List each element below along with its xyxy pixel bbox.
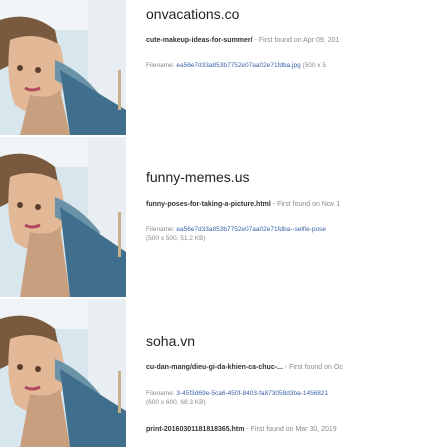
result-path-link[interactable]: cute-makeup-ideas-for-summer/ [146, 37, 253, 44]
result-domain-link[interactable]: soha.vn [146, 333, 195, 349]
result-filename: Filename: ea56e7d33a853b7752e07aa02e71fd… [146, 61, 446, 70]
filename-hash: 3-45f3d69e-5ca6-450f-8403-fa873058d3ba-1… [176, 390, 329, 397]
first-found-text: - First found on Nov 1 [272, 201, 341, 208]
first-found-text: - First found on Mar 30, 2019 [246, 426, 337, 433]
result-item: onvacations.co cute-makeup-ideas-for-sum… [0, 0, 447, 135]
filename-label: Filename: [146, 226, 175, 233]
result-domain-link[interactable]: onvacations.co [146, 6, 239, 22]
result-path-link[interactable]: print-20160301181818365.htm [146, 426, 244, 433]
result-item: funny-memes.us funny-poses-for-taking-a-… [0, 137, 447, 297]
result-info: onvacations.co cute-makeup-ideas-for-sum… [146, 0, 447, 135]
first-found-text: - First found on Apr 09, 201 [254, 37, 340, 44]
result-source-line: cu-dan-mang/dieu-gi-da-khien-ca-chuc-...… [146, 364, 343, 371]
result-source-line: cute-makeup-ideas-for-summer/ - First fo… [146, 37, 339, 44]
filename-size: (600 x 600, 68.3 KB) [146, 399, 206, 406]
result-thumbnail[interactable] [0, 299, 126, 447]
result-filename: Filename: ea56e7d33a853b7752e07aa02e71fd… [146, 225, 446, 243]
filename-size: (500 x 5 [302, 62, 327, 69]
filename-label: Filename: [146, 390, 175, 397]
result-path-link[interactable]: funny-poses-for-taking-a-picture.html [146, 201, 271, 208]
result-thumbnail[interactable] [0, 137, 126, 297]
result-source-line: funny-poses-for-taking-a-picture.html - … [146, 201, 340, 208]
result-path-link[interactable]: cu-dan-mang/dieu-gi-da-khien-ca-chuc-... [146, 364, 283, 371]
result-source-line: print-20160301181818365.htm - First foun… [146, 426, 337, 433]
filename-size: (500 x 500, 51.2 KB) [146, 235, 206, 242]
result-info: funny-memes.us funny-poses-for-taking-a-… [146, 137, 447, 297]
result-thumbnail[interactable] [0, 0, 126, 135]
result-domain-link[interactable]: funny-memes.us [146, 169, 249, 185]
result-info: soha.vn cu-dan-mang/dieu-gi-da-khien-ca-… [146, 299, 447, 447]
result-filename: Filename: 3-45f3d69e-5ca6-450f-8403-fa87… [146, 389, 446, 407]
filename-hash: ea56e7d33a853b7752e07aa02e71fdba--selfie… [176, 226, 326, 233]
result-item: soha.vn cu-dan-mang/dieu-gi-da-khien-ca-… [0, 299, 447, 447]
search-results-page: onvacations.co cute-makeup-ideas-for-sum… [0, 0, 447, 447]
filename-label: Filename: [146, 62, 175, 69]
first-found-text: - First found on Oc [284, 364, 343, 371]
filename-hash: ea56e7d33a853b7752e07aa02e71fdba.jpg [176, 62, 301, 69]
